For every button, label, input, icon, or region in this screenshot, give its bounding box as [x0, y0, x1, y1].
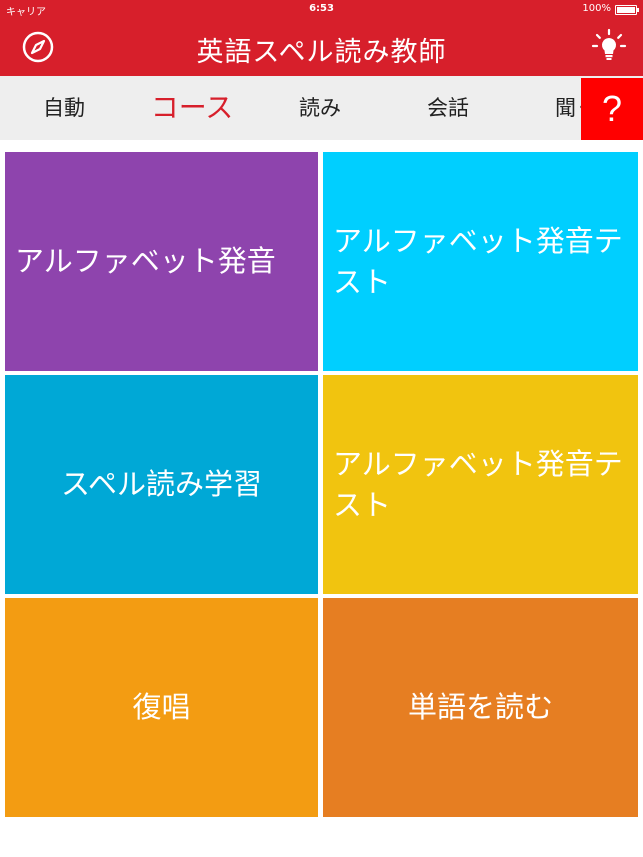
help-button[interactable]: ? — [581, 78, 643, 140]
app-title: 英語スペル読み教師 — [196, 37, 447, 68]
tile-label: スペル読み学習 — [61, 467, 262, 502]
lightbulb-icon[interactable] — [589, 27, 629, 67]
tab-auto[interactable]: 自動 — [0, 76, 128, 140]
tile-alphabet-pronunciation-test-2[interactable]: アルファベット発音テスト — [323, 375, 638, 594]
tab-course[interactable]: コース — [128, 76, 256, 140]
tab-conversation[interactable]: 会話 — [384, 76, 512, 140]
tile-read-words[interactable]: 単語を読む — [323, 598, 638, 817]
tile-repeat[interactable]: 復唱 — [5, 598, 318, 817]
tile-alphabet-pronunciation[interactable]: アルファベット発音 — [5, 152, 318, 371]
status-bar: キャリア 6:53 100% — [0, 0, 643, 18]
tab-reading[interactable]: 読み — [256, 76, 384, 140]
battery-percentage: 100% — [582, 3, 611, 14]
tile-label: アルファベット発音テスト — [333, 446, 623, 522]
tile-spelling-study[interactable]: スペル読み学習 — [5, 375, 318, 594]
tile-alphabet-pronunciation-test[interactable]: アルファベット発音テスト — [323, 152, 638, 371]
tile-label: 単語を読む — [407, 690, 553, 725]
course-tab-bar: 自動 コース 読み 会話 聞く — [0, 76, 643, 140]
tile-label: アルファベット発音 — [15, 244, 276, 279]
nav-bar: 英語スペル読み教師 — [0, 18, 643, 76]
battery-icon — [615, 5, 639, 15]
tile-label: アルファベット発音テスト — [333, 223, 623, 299]
clock: 6:53 — [309, 3, 334, 14]
tile-label: 復唱 — [132, 690, 191, 725]
